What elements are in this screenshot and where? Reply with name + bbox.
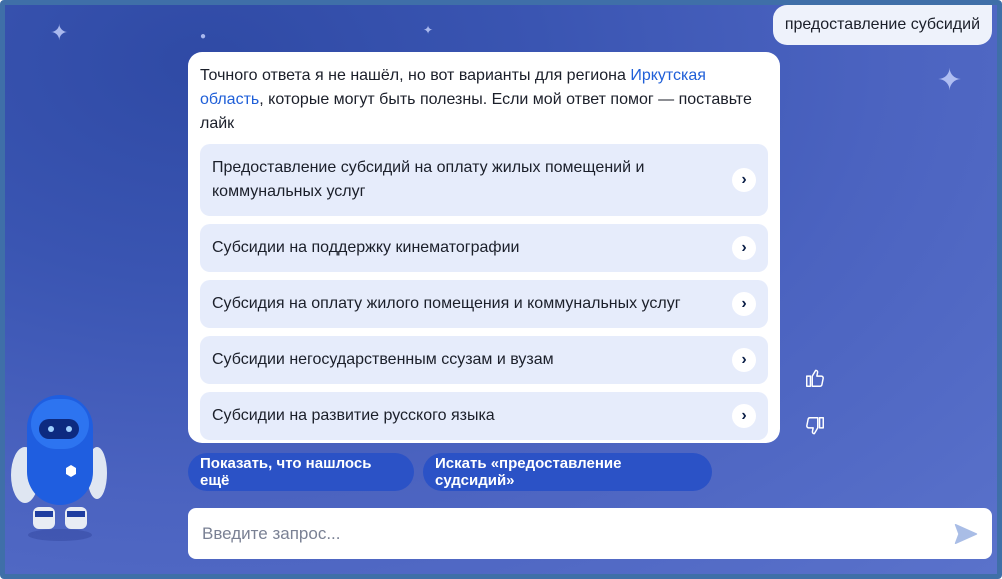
- thumbs-down-icon[interactable]: [804, 415, 826, 437]
- chevron-right-icon: ›: [732, 348, 756, 372]
- robot-mascot-icon: [11, 395, 107, 541]
- chevron-right-icon: ›: [732, 168, 756, 192]
- thumbs-up-icon[interactable]: [804, 367, 826, 389]
- answer-text: Точного ответа я не нашёл, но вот вариан…: [200, 64, 768, 144]
- query-input[interactable]: [200, 522, 952, 545]
- chevron-right-icon: ›: [732, 236, 756, 260]
- sparkle-icon: ✦: [423, 23, 434, 37]
- option-label: Предоставление субсидий на оплату жилых …: [212, 159, 645, 200]
- option-label: Субсидия на оплату жилого помещения и ко…: [212, 295, 681, 312]
- option-item[interactable]: Субсидия на оплату жилого помещения и ко…: [200, 280, 768, 328]
- option-item[interactable]: Субсидии на поддержку кинематографии ›: [200, 224, 768, 272]
- option-label: Субсидии на развитие русского языка: [212, 407, 495, 424]
- option-label: Субсидии на поддержку кинематографии: [212, 239, 520, 256]
- sparkle-icon: ✦: [937, 64, 963, 97]
- chevron-right-icon: ›: [732, 292, 756, 316]
- sparkle-icon: ✦: [50, 20, 69, 45]
- assistant-answer: Точного ответа я не нашёл, но вот вариан…: [188, 52, 780, 443]
- option-label: Субсидии негосударственным ссузам и вуза…: [212, 351, 554, 368]
- user-message: предоставление субсидий: [772, 5, 992, 45]
- search-query-button[interactable]: Искать «предоставление судсидий»: [423, 453, 712, 491]
- send-icon[interactable]: [952, 520, 980, 548]
- answer-text-start: Точного ответа я не нашёл, но вот вариан…: [200, 67, 631, 84]
- chat-window: ✦ ✦ ● ✦ предоставление субсидий Точного …: [0, 0, 1002, 579]
- option-item[interactable]: Предоставление субсидий на оплату жилых …: [200, 144, 768, 216]
- chevron-right-icon: ›: [732, 404, 756, 428]
- option-item[interactable]: Субсидии на развитие русского языка ›: [200, 392, 768, 440]
- option-item[interactable]: Субсидии негосударственным ссузам и вуза…: [200, 336, 768, 384]
- sparkle-icon: ●: [200, 31, 207, 42]
- query-input-bar: [188, 508, 992, 559]
- answer-text-end: , которые могут быть полезны. Если мой о…: [200, 91, 752, 132]
- show-more-button[interactable]: Показать, что нашлось ещё: [188, 453, 414, 491]
